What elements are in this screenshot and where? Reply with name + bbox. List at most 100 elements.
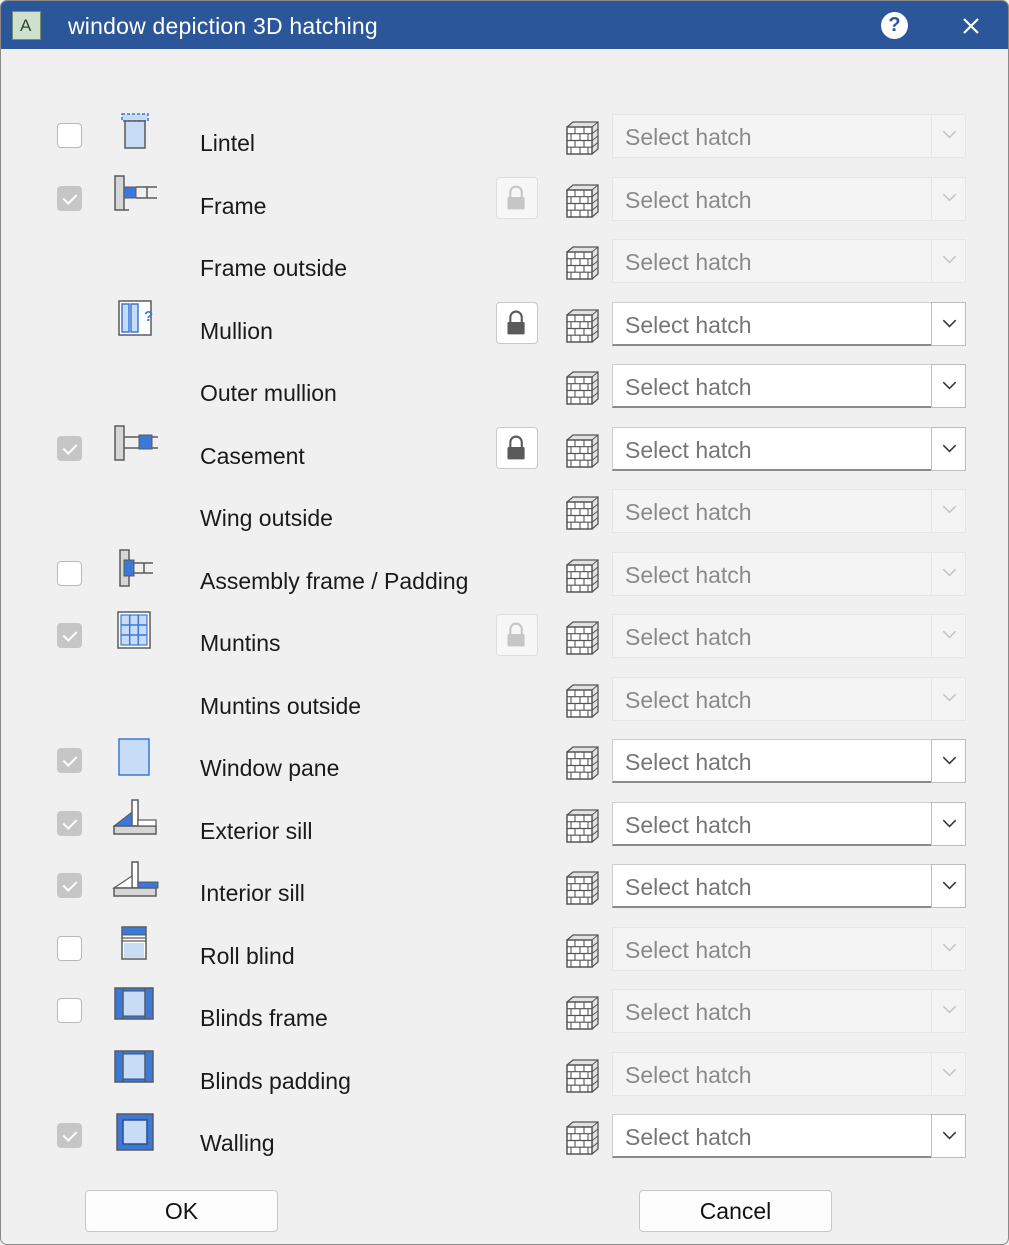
select-placeholder: Select hatch (625, 374, 752, 400)
chevron-down-icon[interactable] (931, 677, 966, 721)
select-placeholder: Select hatch (625, 999, 752, 1025)
close-button[interactable] (957, 12, 985, 40)
select-placeholder: Select hatch (625, 312, 752, 338)
chevron-down-icon[interactable] (931, 1114, 966, 1158)
interior-sill-icon (112, 861, 159, 897)
hatch-row: Muntins outside Select hatch (1, 670, 1008, 732)
lock-button[interactable] (496, 177, 538, 219)
chevron-down-icon[interactable] (931, 552, 966, 596)
lock-button[interactable] (496, 427, 538, 469)
chevron-down-icon[interactable] (931, 927, 966, 971)
chevron-down-icon[interactable] (931, 1052, 966, 1096)
select-placeholder: Select hatch (625, 124, 752, 150)
hatch-select[interactable]: Select hatch (612, 177, 966, 221)
hatch-select[interactable]: Select hatch (612, 114, 966, 158)
hatch-select[interactable]: Select hatch (612, 677, 966, 721)
brick-hatch-icon (563, 557, 601, 595)
brick-hatch-icon (563, 182, 601, 220)
row-checkbox[interactable] (57, 623, 82, 648)
select-placeholder: Select hatch (625, 249, 752, 275)
hatch-select[interactable]: Select hatch (612, 864, 966, 908)
lock-button[interactable] (496, 614, 538, 656)
hatch-row: Assembly frame / Padding Select hatch (1, 545, 1008, 607)
mullion-icon: ? (118, 300, 153, 336)
chevron-down-icon[interactable] (931, 989, 966, 1033)
hatch-select[interactable]: Select hatch (612, 989, 966, 1033)
row-label: Frame (200, 193, 267, 219)
hatch-row: Exterior sill Select hatch (1, 795, 1008, 857)
chevron-down-icon[interactable] (931, 489, 966, 533)
row-checkbox[interactable] (57, 123, 82, 148)
lintel-icon (121, 113, 149, 149)
hatch-select[interactable]: Select hatch (612, 802, 966, 846)
brick-hatch-icon (563, 744, 601, 782)
select-placeholder: Select hatch (625, 749, 752, 775)
row-label: Mullion (200, 318, 273, 344)
chevron-down-icon[interactable] (931, 114, 966, 158)
chevron-down-icon[interactable] (931, 802, 966, 846)
row-checkbox[interactable] (57, 1123, 82, 1148)
hatch-select[interactable]: Select hatch (612, 739, 966, 783)
brick-hatch-icon (563, 869, 601, 907)
row-label: Outer mullion (200, 380, 337, 406)
hatch-row: Muntins Select hatch (1, 607, 1008, 669)
title-bar: A window depiction 3D hatching ? (1, 1, 1008, 49)
cancel-button[interactable]: Cancel (639, 1190, 832, 1232)
chevron-down-icon[interactable] (931, 739, 966, 783)
row-label: Interior sill (200, 880, 305, 906)
row-checkbox[interactable] (57, 998, 82, 1023)
brick-hatch-icon (563, 369, 601, 407)
hatch-row: Roll blind Select hatch (1, 920, 1008, 982)
row-checkbox[interactable] (57, 936, 82, 961)
row-checkbox[interactable] (57, 436, 82, 461)
chevron-down-icon[interactable] (931, 614, 966, 658)
app-icon: A (12, 11, 41, 40)
row-label: Window pane (200, 755, 340, 781)
hatch-select[interactable]: Select hatch (612, 364, 966, 408)
hatch-select[interactable]: Select hatch (612, 239, 966, 283)
brick-hatch-icon (563, 494, 601, 532)
row-checkbox[interactable] (57, 186, 82, 211)
row-checkbox[interactable] (57, 811, 82, 836)
hatch-row: Frame outside Select hatch (1, 232, 1008, 294)
chevron-down-icon[interactable] (931, 302, 966, 346)
select-placeholder: Select hatch (625, 437, 752, 463)
lock-button[interactable] (496, 302, 538, 344)
hatch-select[interactable]: Select hatch (612, 1052, 966, 1096)
row-checkbox[interactable] (57, 873, 82, 898)
frame-icon (114, 175, 157, 211)
row-checkbox[interactable] (57, 748, 82, 773)
walling-icon (116, 1113, 154, 1151)
window-title: window depiction 3D hatching (68, 13, 378, 39)
row-checkbox[interactable] (57, 561, 82, 586)
select-placeholder: Select hatch (625, 687, 752, 713)
chevron-down-icon[interactable] (931, 177, 966, 221)
hatch-select[interactable]: Select hatch (612, 427, 966, 471)
hatch-select[interactable]: Select hatch (612, 552, 966, 596)
hatch-row: Wing outside Select hatch (1, 482, 1008, 544)
brick-hatch-icon (563, 244, 601, 282)
brick-hatch-icon (563, 994, 601, 1032)
hatch-select[interactable]: Select hatch (612, 302, 966, 346)
row-label: Muntins (200, 630, 281, 656)
row-label: Lintel (200, 130, 255, 156)
select-placeholder: Select hatch (625, 562, 752, 588)
chevron-down-icon[interactable] (931, 427, 966, 471)
hatch-select[interactable]: Select hatch (612, 489, 966, 533)
row-label: Roll blind (200, 943, 295, 969)
hatch-select[interactable]: Select hatch (612, 1114, 966, 1158)
ok-button[interactable]: OK (85, 1190, 278, 1232)
chevron-down-icon[interactable] (931, 239, 966, 283)
row-label: Casement (200, 443, 305, 469)
select-placeholder: Select hatch (625, 499, 752, 525)
hatch-select[interactable]: Select hatch (612, 927, 966, 971)
chevron-down-icon[interactable] (931, 864, 966, 908)
select-placeholder: Select hatch (625, 187, 752, 213)
padlock-icon (497, 435, 537, 472)
chevron-down-icon[interactable] (931, 364, 966, 408)
padlock-icon (497, 310, 537, 347)
help-button[interactable]: ? (881, 12, 908, 39)
row-label: Blinds padding (200, 1068, 351, 1094)
hatch-select[interactable]: Select hatch (612, 614, 966, 658)
hatch-row: Walling Select hatch (1, 1107, 1008, 1169)
